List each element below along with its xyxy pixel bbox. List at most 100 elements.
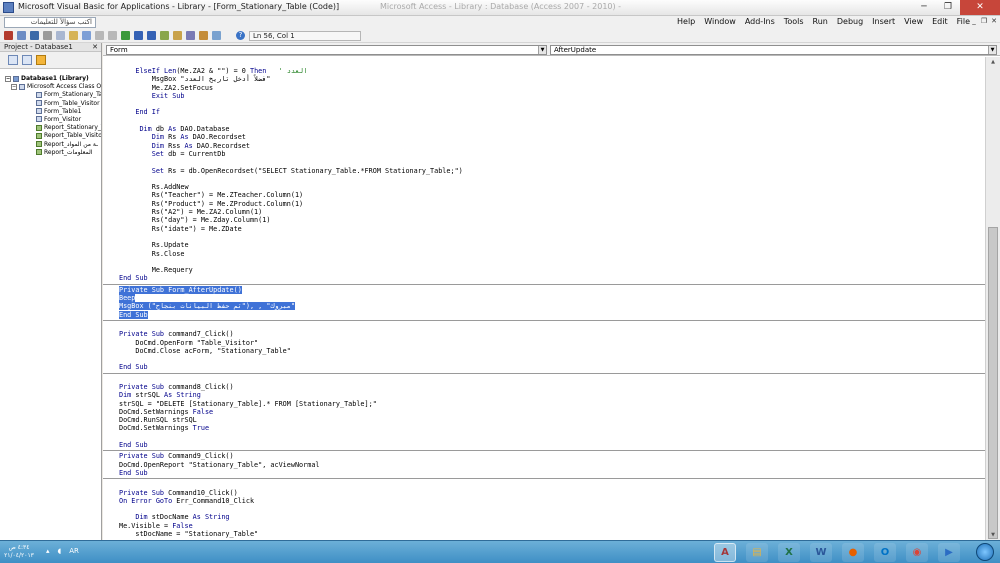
break-icon[interactable]	[134, 31, 143, 40]
code-line[interactable]: Private Sub Form_AfterUpdate()	[103, 285, 985, 294]
menu-tools[interactable]: Tools	[784, 17, 804, 26]
code-line[interactable]	[103, 355, 985, 363]
tree-item[interactable]: Report_المعلومات	[0, 149, 101, 157]
cut-icon[interactable]	[43, 31, 52, 40]
code-line[interactable]: DoCmd.OpenReport "Stationary_Table", acV…	[103, 461, 985, 469]
doc-close-button[interactable]: ✕	[990, 17, 998, 26]
code-line[interactable]: Rs.AddNew	[103, 183, 985, 191]
doc-restore-button[interactable]: ❐	[980, 17, 988, 26]
code-line[interactable]: DoCmd.RunSQL strSQL	[103, 416, 985, 424]
code-vertical-scrollbar[interactable]: ▲ ▼	[985, 57, 1000, 540]
code-line[interactable]: Rs.Update	[103, 241, 985, 249]
procedure-dropdown[interactable]: AfterUpdate ▼	[550, 45, 997, 55]
close-icon[interactable]: ✕	[92, 43, 98, 52]
code-line[interactable]: Rs("day") = Me.Zday.Column(1)	[103, 216, 985, 224]
code-line[interactable]: Dim strSQL As String	[103, 391, 985, 399]
word-app-icon[interactable]: W	[810, 543, 832, 562]
save-icon[interactable]	[30, 31, 39, 40]
collapse-icon[interactable]: −	[11, 83, 17, 90]
code-line[interactable]: Dim Rs As DAO.Recordset	[103, 133, 985, 141]
code-line[interactable]: Rs.Close	[103, 250, 985, 258]
code-line[interactable]: DoCmd.SetWarnings True	[103, 424, 985, 432]
media-player-app-icon[interactable]: ▶	[938, 543, 960, 562]
menu-view[interactable]: View	[904, 17, 923, 26]
code-line[interactable]: Me.Visible = False	[103, 522, 985, 530]
menu-insert[interactable]: Insert	[872, 17, 895, 26]
menu-run[interactable]: Run	[813, 17, 828, 26]
ask-question-input[interactable]: اكتب سؤالاً للتعليمات	[4, 17, 96, 28]
view-object-icon[interactable]	[22, 55, 32, 65]
undo-icon[interactable]	[95, 31, 104, 40]
code-line[interactable]: End If	[103, 108, 985, 116]
object-dropdown[interactable]: Form ▼	[106, 45, 547, 55]
tree-item[interactable]: Form_Visitor	[0, 116, 101, 124]
outlook-app-icon[interactable]: O	[874, 543, 896, 562]
paste-icon[interactable]	[69, 31, 78, 40]
code-line[interactable]	[103, 100, 985, 108]
project-explorer-icon[interactable]	[173, 31, 182, 40]
volume-icon[interactable]: ◖	[58, 547, 62, 555]
explorer-app-icon[interactable]: ▤	[746, 543, 768, 562]
view-access-icon[interactable]	[4, 31, 13, 40]
code-line[interactable]	[103, 322, 985, 330]
close-button[interactable]: ✕	[960, 0, 1000, 15]
menu-window[interactable]: Window	[704, 17, 736, 26]
restore-button[interactable]: ❐	[936, 0, 960, 15]
excel-app-icon[interactable]: X	[778, 543, 800, 562]
code-line[interactable]	[103, 375, 985, 383]
toggle-folders-icon[interactable]	[36, 55, 46, 65]
code-line[interactable]: Private Sub Command9_Click()	[103, 452, 985, 460]
scroll-thumb[interactable]	[988, 227, 998, 539]
code-line[interactable]: DoCmd.OpenForm "Table_Visitor"	[103, 339, 985, 347]
chevron-down-icon[interactable]: ▼	[988, 46, 996, 54]
menu-help[interactable]: Help	[677, 17, 695, 26]
tree-item[interactable]: Form_Table_Visitor	[0, 100, 101, 108]
code-line[interactable]: End Sub	[103, 363, 985, 371]
code-line[interactable]: Beep	[103, 294, 985, 303]
chevron-down-icon[interactable]: ▼	[538, 46, 546, 54]
code-line[interactable]: Dim Rss As DAO.Recordset	[103, 142, 985, 150]
scroll-up-icon[interactable]: ▲	[988, 58, 998, 66]
reset-icon[interactable]	[147, 31, 156, 40]
menu-debug[interactable]: Debug	[837, 17, 863, 26]
code-line[interactable]: MsgBox ("تم حفظ البيانات بنجاح"), , "مبر…	[103, 302, 985, 311]
code-line[interactable]: Private Sub command8_Click()	[103, 383, 985, 391]
code-line[interactable]: Exit Sub	[103, 92, 985, 100]
code-line[interactable]: DoCmd.SetWarnings False	[103, 408, 985, 416]
firefox-app-icon[interactable]: ●	[842, 543, 864, 562]
tree-item[interactable]: − Database1 (Library)	[0, 75, 101, 83]
code-line[interactable]: Rs("idate") = Me.ZDate	[103, 225, 985, 233]
language-indicator[interactable]: AR	[69, 547, 79, 555]
code-line[interactable]: Rs("A2") = Me.ZA2.Column(1)	[103, 208, 985, 216]
tray-arrow-icon[interactable]: ▴	[46, 547, 50, 555]
code-line[interactable]: End Sub	[103, 310, 985, 319]
redo-icon[interactable]	[108, 31, 117, 40]
code-line[interactable]	[103, 233, 985, 241]
toolbox-icon[interactable]	[212, 31, 221, 40]
code-line[interactable]: Dim db As DAO.Database	[103, 125, 985, 133]
code-line[interactable]	[103, 175, 985, 183]
code-line[interactable]: Rs("Product") = Me.ZProduct.Column(1)	[103, 200, 985, 208]
chrome-app-icon[interactable]: ◉	[906, 543, 928, 562]
code-line[interactable]	[103, 480, 985, 488]
code-line[interactable]: Me.ZA2.SetFocus	[103, 84, 985, 92]
code-editor[interactable]: ElseIf Len(Me.ZA2 & "") = 0 Then ' العدد…	[103, 57, 985, 540]
access-app-icon[interactable]: A	[714, 543, 736, 562]
code-line[interactable]: Me.Requery	[103, 266, 985, 274]
start-button[interactable]	[976, 543, 994, 561]
code-line[interactable]: DoCmd.Close acForm, "Stationary_Table"	[103, 347, 985, 355]
collapse-icon[interactable]: −	[5, 75, 11, 82]
properties-icon[interactable]	[186, 31, 195, 40]
tree-item[interactable]: Report_ـة من المواد	[0, 141, 101, 149]
code-line[interactable]	[103, 117, 985, 125]
tree-item[interactable]: − Microsoft Access Class Objects	[0, 83, 101, 91]
vba-app-icon[interactable]	[3, 2, 14, 13]
code-line[interactable]	[103, 158, 985, 166]
system-clock[interactable]: ٤:٣٤ ص ٢١/٠٤/٢٠١٣	[4, 544, 34, 560]
menu-edit[interactable]: Edit	[932, 17, 948, 26]
tree-item[interactable]: Report_Table_Visitor	[0, 132, 101, 140]
tree-item[interactable]: Report_Stationary_Table	[0, 124, 101, 132]
code-line[interactable]: stDocName = "Stationary_Table"	[103, 530, 985, 538]
tree-item[interactable]: Form_Table1	[0, 108, 101, 116]
code-line[interactable]: Private Sub Command10_Click()	[103, 489, 985, 497]
